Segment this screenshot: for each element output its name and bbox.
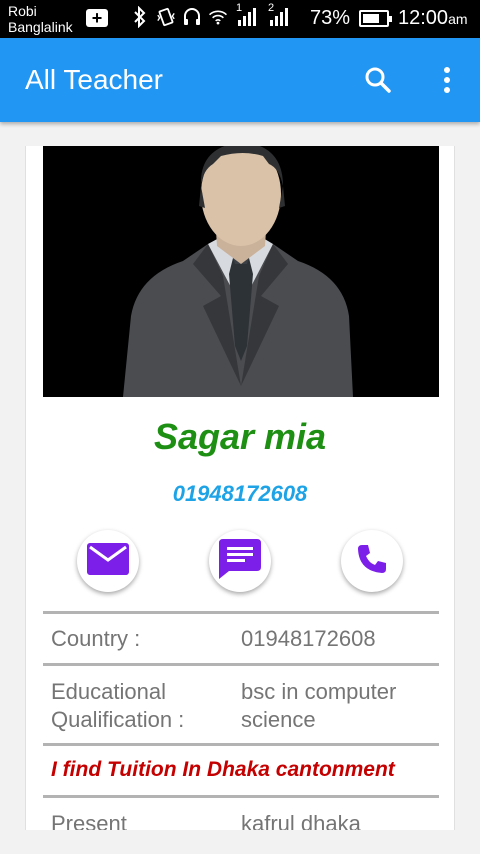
country-value: 01948172608 — [241, 626, 376, 651]
teacher-photo — [43, 146, 439, 397]
bluetooth-icon — [130, 6, 150, 28]
battery-fill — [363, 14, 380, 23]
signal-icon: 2 — [266, 2, 292, 28]
vibrate-icon — [156, 6, 176, 28]
sim2-label: 2 — [268, 2, 275, 14]
message-button[interactable] — [209, 530, 271, 592]
wifi-icon — [208, 6, 228, 28]
call-button[interactable] — [341, 530, 403, 592]
sim1-label: 1 — [236, 2, 243, 14]
status-icons: 1 2 — [130, 2, 292, 28]
present-value: kafrul dhaka — [241, 811, 361, 830]
details-row-present: Present kafrul dhaka — [43, 795, 439, 830]
tuition-note: I find Tuition In Dhaka cantonment — [51, 758, 395, 781]
clock-time: 12:00 — [398, 7, 449, 29]
present-label: Present — [51, 811, 127, 830]
carrier-line-2: Banglalink — [8, 19, 73, 35]
page-title: All Teacher — [25, 64, 164, 95]
details-row-tuition: I find Tuition In Dhaka cantonment — [43, 743, 439, 795]
education-value: bsc in computer science — [241, 679, 397, 732]
message-icon — [219, 538, 261, 584]
details-row-education: Educational Qualification : bsc in compu… — [43, 663, 439, 743]
teacher-name: Sagar mia — [153, 416, 327, 457]
app-bar: All Teacher — [0, 38, 480, 122]
search-icon[interactable] — [362, 64, 394, 96]
country-label: Country : — [51, 626, 141, 651]
details-row-country: Country : 01948172608 — [43, 611, 439, 663]
status-bar: Robi Banglalink + 1 2 73% 12:00am — [0, 0, 480, 38]
carrier-names: Robi Banglalink — [8, 3, 73, 35]
phone-icon — [356, 543, 388, 580]
carrier-line-1: Robi — [8, 3, 37, 19]
headset-icon — [182, 6, 202, 28]
teacher-details: Country : 01948172608 Educational Qualif… — [43, 611, 439, 830]
teacher-phone[interactable]: 01948172608 — [26, 481, 454, 507]
education-label: Educational Qualification : — [51, 679, 185, 732]
email-button[interactable] — [77, 530, 139, 592]
battery-icon — [359, 10, 392, 27]
email-icon — [87, 542, 129, 580]
clock-suffix: am — [448, 11, 468, 27]
teacher-card: Sagar mia 01948172608 Country : 01948172… — [25, 146, 455, 830]
more-vert-icon[interactable] — [436, 64, 458, 96]
signal-icon: 1 — [234, 2, 260, 28]
battery-percent: 73% — [310, 7, 351, 29]
add-icon: + — [86, 9, 108, 27]
clock: 12:00am — [398, 7, 468, 30]
